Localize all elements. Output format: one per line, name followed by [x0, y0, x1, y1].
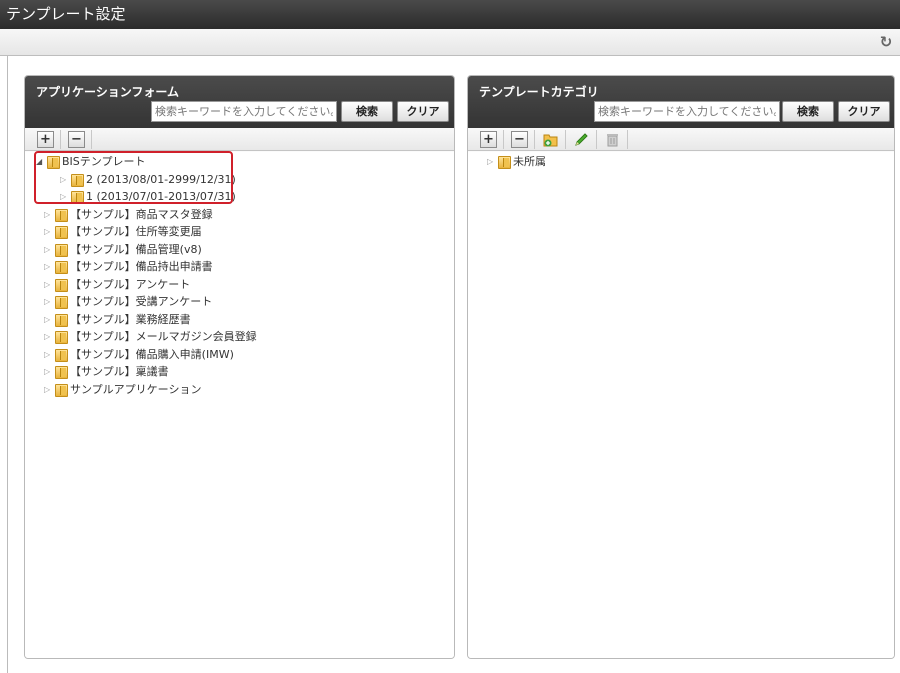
template-category-panel: テンプレートカテゴリ 検索 クリア + − ▷ 未所属	[467, 75, 895, 659]
separator	[91, 130, 92, 149]
tree-node-label: サンプルアプリケーション	[70, 383, 202, 396]
folder-icon	[55, 295, 68, 309]
tree-node-label: 【サンプル】メールマガジン会員登録	[70, 330, 257, 343]
collapsed-toggle-icon[interactable]: ▷	[44, 329, 55, 345]
minus-icon[interactable]: −	[68, 131, 85, 148]
page-title: テンプレート設定	[6, 5, 126, 23]
tree-node[interactable]: ▷ 【サンプル】受講アンケート	[44, 294, 212, 310]
tree-node[interactable]: ▷ 【サンプル】備品持出申請書	[44, 259, 213, 275]
search-input[interactable]	[594, 101, 780, 122]
pencil-icon[interactable]	[573, 131, 590, 148]
collapsed-toggle-icon[interactable]: ▷	[44, 364, 55, 380]
tree-node-label: 【サンプル】受講アンケート	[70, 295, 213, 308]
tree-node-label: 【サンプル】住所等変更届	[70, 225, 202, 238]
collapsed-toggle-icon[interactable]: ▷	[44, 242, 55, 258]
tree-node[interactable]: ▷ 【サンプル】メールマガジン会員登録	[44, 329, 257, 345]
folder-icon	[55, 208, 68, 222]
collapsed-toggle-icon[interactable]: ▷	[44, 277, 55, 293]
collapsed-toggle-icon[interactable]: ▷	[44, 294, 55, 310]
refresh-icon[interactable]: ↻	[878, 34, 894, 50]
tree-toolbar: + −	[25, 128, 454, 151]
folder-icon	[55, 365, 68, 379]
form-tree: ◢ BISテンプレート ▷ 2 (2013/08/01-2999/12/31) ▷ 1…	[25, 152, 454, 658]
folder-icon	[55, 330, 68, 344]
folder-icon	[55, 225, 68, 239]
divider	[7, 56, 8, 673]
folder-icon	[55, 348, 68, 362]
collapsed-toggle-icon[interactable]: ▷	[44, 382, 55, 398]
collapsed-toggle-icon[interactable]: ▷	[44, 224, 55, 240]
tree-node-label: 【サンプル】稟議書	[70, 365, 169, 378]
highlight-box	[34, 151, 233, 204]
collapsed-toggle-icon[interactable]: ▷	[44, 207, 55, 223]
top-toolbar: ↻	[0, 29, 900, 56]
collapsed-toggle-icon[interactable]: ▷	[44, 259, 55, 275]
folder-icon	[55, 243, 68, 257]
search-input[interactable]	[151, 101, 337, 122]
tree-toolbar: + −	[468, 128, 894, 151]
separator	[60, 130, 61, 149]
folder-icon	[55, 278, 68, 292]
tree-node[interactable]: ▷ 【サンプル】備品管理(v8)	[44, 242, 202, 258]
separator	[627, 130, 628, 149]
tree-node-label: 【サンプル】業務経歴書	[70, 313, 191, 326]
page-title-bar: テンプレート設定	[0, 0, 900, 29]
category-tree: ▷ 未所属	[468, 152, 894, 658]
minus-icon[interactable]: −	[511, 131, 528, 148]
tree-node[interactable]: ▷ 【サンプル】住所等変更届	[44, 224, 202, 240]
separator	[534, 130, 535, 149]
separator	[596, 130, 597, 149]
tree-node[interactable]: ▷ 【サンプル】商品マスタ登録	[44, 207, 213, 223]
collapsed-toggle-icon[interactable]: ▷	[44, 347, 55, 363]
tree-node-label: 【サンプル】商品マスタ登録	[70, 208, 213, 221]
panel-title: テンプレートカテゴリ	[479, 85, 599, 99]
tree-node[interactable]: ▷ 未所属	[487, 154, 546, 170]
tree-node[interactable]: ▷ サンプルアプリケーション	[44, 382, 201, 398]
tree-node[interactable]: ▷ 【サンプル】稟議書	[44, 364, 169, 380]
tree-node-label: 未所属	[513, 155, 546, 168]
search-button[interactable]: 検索	[782, 101, 834, 122]
tree-node[interactable]: ▷ 【サンプル】業務経歴書	[44, 312, 191, 328]
panel-header: テンプレートカテゴリ 検索 クリア	[468, 76, 894, 128]
add-folder-icon[interactable]	[542, 131, 559, 148]
clear-button[interactable]: クリア	[397, 101, 449, 122]
search-button[interactable]: 検索	[341, 101, 393, 122]
plus-icon[interactable]: +	[480, 131, 497, 148]
separator	[565, 130, 566, 149]
trash-icon[interactable]	[604, 131, 621, 148]
tree-node[interactable]: ▷ 【サンプル】備品購入申請(IMW)	[44, 347, 234, 363]
folder-icon	[55, 260, 68, 274]
collapsed-toggle-icon[interactable]: ▷	[44, 312, 55, 328]
folder-icon	[55, 313, 68, 327]
panel-title: アプリケーションフォーム	[36, 85, 180, 99]
tree-node-label: 【サンプル】アンケート	[70, 278, 191, 291]
panel-header: アプリケーションフォーム 検索 クリア	[25, 76, 454, 128]
collapsed-toggle-icon[interactable]: ▷	[487, 154, 498, 170]
folder-icon	[55, 383, 68, 397]
tree-node[interactable]: ▷ 【サンプル】アンケート	[44, 277, 190, 293]
plus-icon[interactable]: +	[37, 131, 54, 148]
tree-node-label: 【サンプル】備品購入申請(IMW)	[70, 348, 234, 361]
tree-node-label: 【サンプル】備品持出申請書	[70, 260, 213, 273]
folder-icon	[498, 155, 511, 169]
clear-button[interactable]: クリア	[838, 101, 890, 122]
tree-node-label: 【サンプル】備品管理(v8)	[70, 243, 202, 256]
separator	[503, 130, 504, 149]
